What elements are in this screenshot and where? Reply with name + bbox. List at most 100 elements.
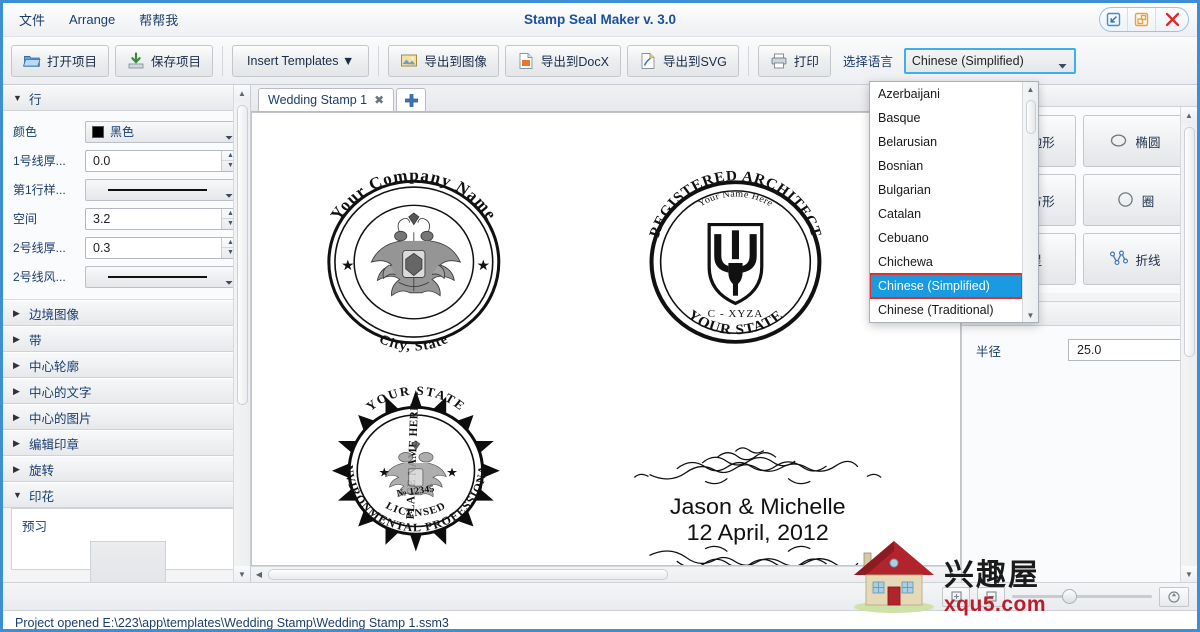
scroll-up-icon[interactable]: ▲ bbox=[1023, 82, 1038, 96]
zoom-slider-knob[interactable] bbox=[1062, 589, 1077, 604]
printer-icon bbox=[770, 52, 788, 70]
language-option-catalan[interactable]: Catalan bbox=[870, 202, 1022, 226]
section-edit-stamp-label: 编辑印章 bbox=[29, 437, 80, 452]
language-select-value: Chinese (Simplified) bbox=[911, 53, 1024, 68]
section-border-image[interactable]: ▶ 边境图像 bbox=[3, 300, 250, 326]
section-band[interactable]: ▶ 带 bbox=[3, 326, 250, 352]
properties-body: 半径 25.0 bbox=[962, 326, 1197, 582]
zoom-in-button[interactable] bbox=[942, 586, 970, 607]
scroll-right-icon[interactable]: ▶ bbox=[945, 570, 961, 579]
zoom-slider[interactable] bbox=[1012, 588, 1152, 606]
export-docx-button[interactable]: 导出到DocX bbox=[504, 44, 621, 77]
section-rotate[interactable]: ▶ 旋转 bbox=[3, 456, 250, 482]
restore-down-icon[interactable] bbox=[1100, 8, 1128, 31]
section-center-image[interactable]: ▶ 中心的图片 bbox=[3, 404, 250, 430]
print-label: 打印 bbox=[793, 55, 819, 69]
dropdown-scrollbar[interactable]: ▲ ▼ bbox=[1022, 82, 1038, 322]
zoom-out-button[interactable] bbox=[977, 586, 1005, 607]
save-project-button[interactable]: 保存项目 bbox=[115, 44, 214, 77]
language-option-azerbaijani[interactable]: Azerbaijani bbox=[870, 82, 1022, 106]
language-option-bosnian[interactable]: Bosnian bbox=[870, 154, 1022, 178]
canvas-viewport[interactable]: Your Company Name City, State ★ ★ REGIST… bbox=[251, 112, 961, 566]
svg-text:Jason & Michelle: Jason & Michelle bbox=[670, 494, 846, 519]
dropdown-scrollbar-thumb[interactable] bbox=[1026, 100, 1036, 134]
chevron-down-icon: ▼ bbox=[13, 490, 22, 500]
language-option-belarusian[interactable]: Belarusian bbox=[870, 130, 1022, 154]
space-stepper[interactable]: 3.2 ▲ ▼ bbox=[85, 207, 240, 230]
scrollbar-thumb[interactable] bbox=[1184, 127, 1195, 357]
section-edit-stamp[interactable]: ▶ 编辑印章 bbox=[3, 430, 250, 456]
hscrollbar-track[interactable] bbox=[267, 569, 945, 580]
application-window: 文件 Arrange 帮帮我 Stamp Seal Maker v. 3.0 打… bbox=[0, 0, 1200, 632]
window-title: Stamp Seal Maker v. 3.0 bbox=[523, 12, 677, 27]
shape-ellipse[interactable]: 椭圆 bbox=[1083, 115, 1188, 167]
line2-thickness-label: 2号线厚... bbox=[13, 241, 66, 255]
preview-box: 预习 bbox=[11, 508, 242, 582]
window-controls bbox=[1099, 7, 1189, 32]
scrollbar-thumb[interactable] bbox=[237, 105, 248, 405]
right-panel-scrollbar[interactable]: ▲ ▼ bbox=[1180, 107, 1197, 582]
row-space: 空间 3.2 ▲ ▼ bbox=[13, 204, 240, 233]
canvas-horizontal-scrollbar[interactable]: ◀ ▶ bbox=[251, 566, 961, 582]
insert-templates-button[interactable]: Insert Templates ▼ bbox=[232, 44, 370, 77]
left-panel-scroll-region: ▼ 行 颜色 黑色 1号线厚... 0.0 ▲ ▼ 第1行样... 空间 3.2… bbox=[3, 85, 250, 582]
color-select[interactable]: 黑色 bbox=[85, 120, 240, 144]
language-option-chinese-simplified[interactable]: Chinese (Simplified) bbox=[870, 273, 1023, 299]
section-line[interactable]: ▼ 行 bbox=[3, 85, 250, 111]
language-option-chinese-traditional[interactable]: Chinese (Traditional) bbox=[870, 298, 1022, 322]
language-option-chichewa[interactable]: Chichewa bbox=[870, 250, 1022, 274]
open-project-button[interactable]: 打开项目 bbox=[11, 44, 110, 77]
scroll-down-icon[interactable]: ▼ bbox=[234, 566, 250, 582]
svg-file-icon bbox=[639, 52, 657, 70]
export-docx-label: 导出到DocX bbox=[540, 55, 609, 69]
title-bar: 文件 Arrange 帮帮我 Stamp Seal Maker v. 3.0 bbox=[3, 3, 1197, 37]
menu-help[interactable]: 帮帮我 bbox=[137, 7, 180, 32]
left-panel-scrollbar[interactable]: ▲ ▼ bbox=[233, 85, 250, 582]
status-bar: Project opened E:\223\app\templates\Wedd… bbox=[3, 610, 1197, 629]
svg-text:★: ★ bbox=[341, 258, 355, 274]
hscrollbar-thumb[interactable] bbox=[268, 569, 668, 580]
section-rotate-label: 旋转 bbox=[29, 463, 55, 478]
section-center-text[interactable]: ▶ 中心的文字 bbox=[3, 378, 250, 404]
chevron-right-icon: ▶ bbox=[13, 333, 20, 344]
scroll-up-icon[interactable]: ▲ bbox=[234, 85, 250, 101]
language-option-bulgarian[interactable]: Bulgarian bbox=[870, 178, 1022, 202]
line2-style-select[interactable] bbox=[85, 265, 240, 288]
line1-style-label: 第1行样... bbox=[13, 183, 66, 197]
section-stamp[interactable]: ▼ 印花 bbox=[3, 482, 250, 508]
language-option-cebuano[interactable]: Cebuano bbox=[870, 226, 1022, 250]
chevron-right-icon: ▶ bbox=[13, 411, 20, 422]
print-button[interactable]: 打印 bbox=[757, 44, 831, 77]
scroll-up-icon[interactable]: ▲ bbox=[1181, 107, 1197, 123]
stamp-canvas[interactable]: Your Company Name City, State ★ ★ REGIST… bbox=[252, 113, 960, 565]
language-option-basque[interactable]: Basque bbox=[870, 106, 1022, 130]
language-dropdown-list[interactable]: Azerbaijani Basque Belarusian Bosnian Bu… bbox=[869, 81, 1039, 323]
shape-polyline[interactable]: 折线 bbox=[1083, 233, 1188, 285]
tab-close-icon[interactable]: ✖ bbox=[374, 93, 384, 107]
scroll-down-icon[interactable]: ▼ bbox=[1181, 566, 1197, 582]
line1-style-select[interactable] bbox=[85, 178, 240, 201]
export-svg-label: 导出到SVG bbox=[662, 55, 727, 69]
row-line2-thickness: 2号线厚... 0.3 ▲ ▼ bbox=[13, 233, 240, 262]
close-icon[interactable] bbox=[1156, 8, 1188, 31]
scroll-down-icon[interactable]: ▼ bbox=[1023, 308, 1038, 322]
reset-zoom-button[interactable] bbox=[1159, 586, 1189, 607]
export-image-button[interactable]: 导出到图像 bbox=[388, 44, 499, 77]
shape-circle[interactable]: 圈 bbox=[1083, 174, 1188, 226]
line1-thickness-stepper[interactable]: 0.0 ▲ ▼ bbox=[85, 149, 240, 172]
menu-arrange[interactable]: Arrange bbox=[67, 9, 117, 30]
add-tab-button[interactable] bbox=[396, 88, 427, 111]
maximize-icon[interactable] bbox=[1128, 8, 1156, 31]
scroll-left-icon[interactable]: ◀ bbox=[251, 570, 267, 579]
ellipse-icon bbox=[1110, 132, 1128, 150]
save-download-icon bbox=[127, 51, 145, 70]
language-select[interactable]: Chinese (Simplified) bbox=[903, 47, 1076, 74]
chevron-down-icon bbox=[225, 130, 233, 144]
chevron-down-icon bbox=[1058, 59, 1067, 73]
menu-file[interactable]: 文件 bbox=[17, 7, 47, 32]
tab-wedding-stamp-1[interactable]: Wedding Stamp 1 ✖ bbox=[258, 88, 395, 111]
export-svg-button[interactable]: 导出到SVG bbox=[626, 44, 739, 77]
radius-input[interactable]: 25.0 bbox=[1068, 339, 1189, 361]
section-center-outline[interactable]: ▶ 中心轮廓 bbox=[3, 352, 250, 378]
line2-thickness-stepper[interactable]: 0.3 ▲ ▼ bbox=[85, 236, 240, 259]
